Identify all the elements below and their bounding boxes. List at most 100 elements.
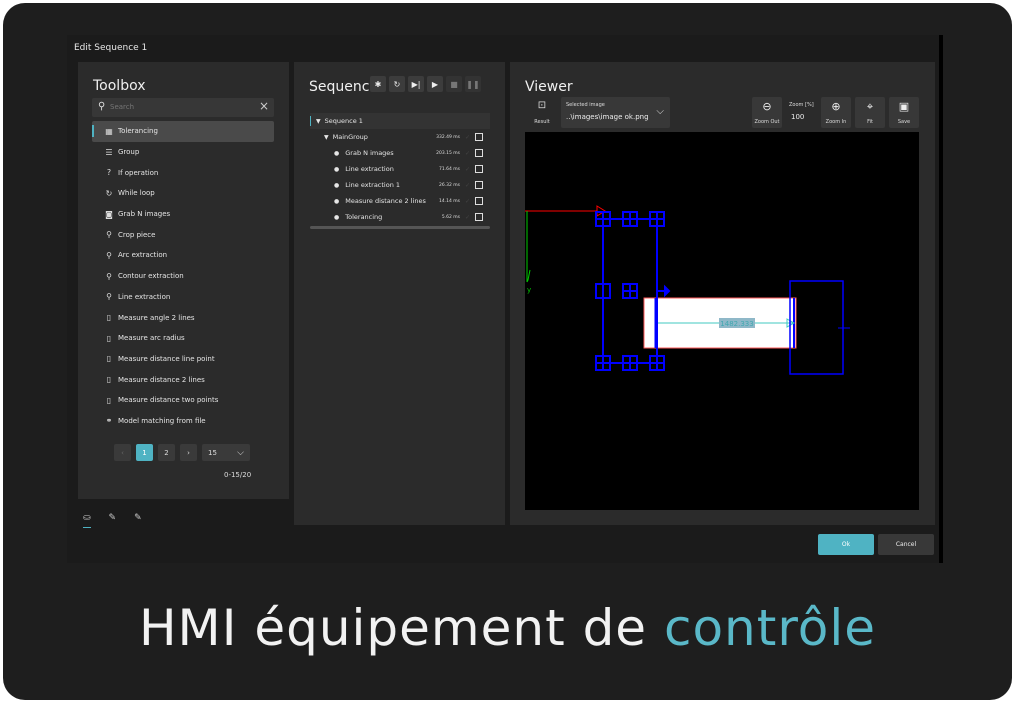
toolbox-item[interactable]: ☰ Group bbox=[92, 142, 274, 163]
execution-time: 14.14 ms bbox=[438, 198, 460, 204]
toolbox-tab[interactable]: ⛀ bbox=[83, 513, 91, 528]
step-button[interactable]: ▶| bbox=[408, 76, 424, 92]
toolbox-item[interactable]: ▯ Measure distance 2 lines bbox=[92, 369, 274, 390]
tree-node[interactable]: ▼ Sequence 1 bbox=[310, 113, 490, 129]
tree-node[interactable]: ● Measure distance 2 lines 14.14 ms ✓ bbox=[310, 193, 490, 209]
toolbox-item-label: Model matching from file bbox=[118, 416, 206, 425]
refresh-icon: ↻ bbox=[105, 188, 113, 198]
search-icon: ⚲ bbox=[106, 250, 112, 260]
toolbox-item-label: Crop piece bbox=[118, 230, 156, 239]
toolbox-item-label: Measure angle 2 lines bbox=[118, 313, 195, 322]
result-label: Result bbox=[534, 119, 550, 125]
roi-rectangle-2 bbox=[789, 280, 844, 375]
reset-button[interactable]: ↻ bbox=[389, 76, 405, 92]
node-checkbox[interactable] bbox=[475, 165, 483, 173]
node-checkbox[interactable] bbox=[475, 149, 483, 157]
prev-page-button[interactable]: ‹ bbox=[114, 444, 131, 461]
bullet-icon: ● bbox=[334, 181, 340, 189]
node-checkbox[interactable] bbox=[475, 133, 483, 141]
ok-button[interactable]: Ok bbox=[818, 534, 874, 555]
execution-time: 5.62 ms bbox=[441, 214, 460, 220]
toolbox-item[interactable]: ▯ Measure distance line point bbox=[92, 349, 274, 370]
viewer-panel: Viewer ⊡ Result Selected image ..\images… bbox=[510, 62, 935, 525]
toolbox-item[interactable]: ⚲ Crop piece bbox=[92, 224, 274, 245]
image-icon: ⊡ bbox=[537, 100, 547, 111]
sequence-toolbar: ✱ ↻ ▶| ▶ ■ ❚❚ bbox=[370, 76, 481, 92]
tree-scrollbar[interactable] bbox=[310, 226, 490, 229]
cancel-button[interactable]: Cancel bbox=[878, 534, 934, 555]
tree-node[interactable]: ● Tolerancing 5.62 ms ✓ bbox=[310, 209, 490, 225]
zoom-out-button[interactable]: ⊖ Zoom Out bbox=[752, 97, 782, 128]
tree-node[interactable]: ▼ MainGroup 332.49 ms ✓ bbox=[310, 129, 490, 145]
bullet-icon: ● bbox=[334, 165, 340, 173]
pause-button[interactable]: ❚❚ bbox=[465, 76, 481, 92]
tree-node[interactable]: ● Grab N images 203.15 ms ✓ bbox=[310, 145, 490, 161]
execution-time: 203.15 ms bbox=[436, 150, 460, 156]
showcase-card: Edit Sequence 1 Toolbox ⚲ × ▦ Tolerancing… bbox=[3, 3, 1012, 700]
zoom-in-button[interactable]: ⊕ Zoom In bbox=[821, 97, 851, 128]
bullet-icon: ● bbox=[334, 213, 340, 221]
next-page-button[interactable]: › bbox=[180, 444, 197, 461]
search-icon: ⚲ bbox=[106, 271, 112, 281]
check-icon: ✓ bbox=[464, 213, 470, 221]
node-checkbox[interactable] bbox=[475, 181, 483, 189]
node-checkbox[interactable] bbox=[475, 197, 483, 205]
list-icon: ☰ bbox=[105, 147, 113, 157]
fit-button[interactable]: ⌖ Fit bbox=[855, 97, 885, 128]
save-button[interactable]: ▣ Save bbox=[889, 97, 919, 128]
toolbox-item[interactable]: ▦ Tolerancing bbox=[92, 121, 274, 142]
selected-image-caption: Selected image bbox=[566, 102, 605, 108]
sequence-title: Sequence bbox=[309, 79, 379, 95]
search-icon: ⚲ bbox=[98, 101, 106, 112]
edit-tab-1[interactable]: ✎ bbox=[109, 513, 117, 528]
toolbox-list: ▦ Tolerancing ☰ Group? If operation ↻ While lo… bbox=[92, 121, 274, 431]
caption: HMI équipement de contrôle bbox=[3, 599, 1012, 657]
check-icon: ✓ bbox=[464, 133, 470, 141]
toolbox-item[interactable]: ⚲ Line extraction bbox=[92, 287, 274, 308]
toolbox-search: ⚲ × bbox=[92, 98, 274, 117]
page-size-select[interactable]: 15 ⌵ bbox=[202, 444, 250, 461]
tree-node[interactable]: ● Line extraction 71.64 ms ✓ bbox=[310, 161, 490, 177]
page-1-button[interactable]: 1 bbox=[136, 444, 153, 461]
expand-caret-icon[interactable]: ▼ bbox=[316, 118, 321, 125]
page-2-button[interactable]: 2 bbox=[158, 444, 175, 461]
settings-gear-button[interactable]: ✱ bbox=[370, 76, 386, 92]
toolbox-item[interactable]: ◙ Grab N images bbox=[92, 204, 274, 225]
toolbox-item[interactable]: ▯ Measure distance two points bbox=[92, 390, 274, 411]
zoom-field[interactable]: Zoom [%] 100 bbox=[784, 97, 818, 128]
toolbox-item[interactable]: ⚭ Model matching from file bbox=[92, 411, 274, 432]
caption-main: HMI équipement de bbox=[138, 599, 664, 657]
check-icon: ✓ bbox=[464, 149, 470, 157]
toolbox-item-label: Contour extraction bbox=[118, 272, 184, 281]
node-checkbox[interactable] bbox=[475, 213, 483, 221]
tree-node[interactable]: ● Line extraction 1 26.32 ms ✓ bbox=[310, 177, 490, 193]
toolbox-item[interactable]: ⚲ Arc extraction bbox=[92, 245, 274, 266]
toolbox-item-label: While loop bbox=[118, 189, 155, 198]
toolbox-item[interactable]: ⚲ Contour extraction bbox=[92, 266, 274, 287]
toolbox-item[interactable]: ▯ Measure arc radius bbox=[92, 328, 274, 349]
toolbox-item-label: Measure distance line point bbox=[118, 354, 215, 363]
search-input[interactable] bbox=[110, 100, 250, 114]
result-button[interactable]: ⊡ Result bbox=[527, 97, 557, 128]
toolbox-item[interactable]: ↻ While loop bbox=[92, 183, 274, 204]
measurement-label: 1482.333 bbox=[720, 320, 753, 328]
stop-button[interactable]: ■ bbox=[446, 76, 462, 92]
question-icon: ? bbox=[106, 168, 112, 178]
toolbox-item[interactable]: ▯ Measure angle 2 lines bbox=[92, 307, 274, 328]
toolbox-item-label: Measure arc radius bbox=[118, 334, 185, 343]
toolbox-pager: ‹ 1 2 › 15 ⌵ bbox=[114, 444, 250, 461]
edit-tab-2[interactable]: ✎ bbox=[134, 513, 142, 528]
save-label: Save bbox=[897, 119, 911, 125]
toolbox-item-label: Grab N images bbox=[118, 210, 171, 219]
tree-node-label: Grab N images bbox=[345, 149, 394, 157]
selected-image-select[interactable]: Selected image ..\images\image ok.png ⌵ bbox=[561, 97, 670, 128]
check-icon: ✓ bbox=[464, 181, 470, 189]
expand-caret-icon[interactable]: ▼ bbox=[324, 134, 329, 141]
toolbox-item[interactable]: ? If operation bbox=[92, 162, 274, 183]
selected-image-value: ..\images\image ok.png bbox=[566, 113, 649, 121]
zoom-caption: Zoom [%] bbox=[789, 102, 814, 108]
image-canvas[interactable]: y 1482.333 bbox=[525, 132, 919, 510]
clear-search-icon[interactable]: × bbox=[259, 99, 269, 113]
run-button[interactable]: ▶ bbox=[427, 76, 443, 92]
check-icon: ✓ bbox=[464, 197, 470, 205]
